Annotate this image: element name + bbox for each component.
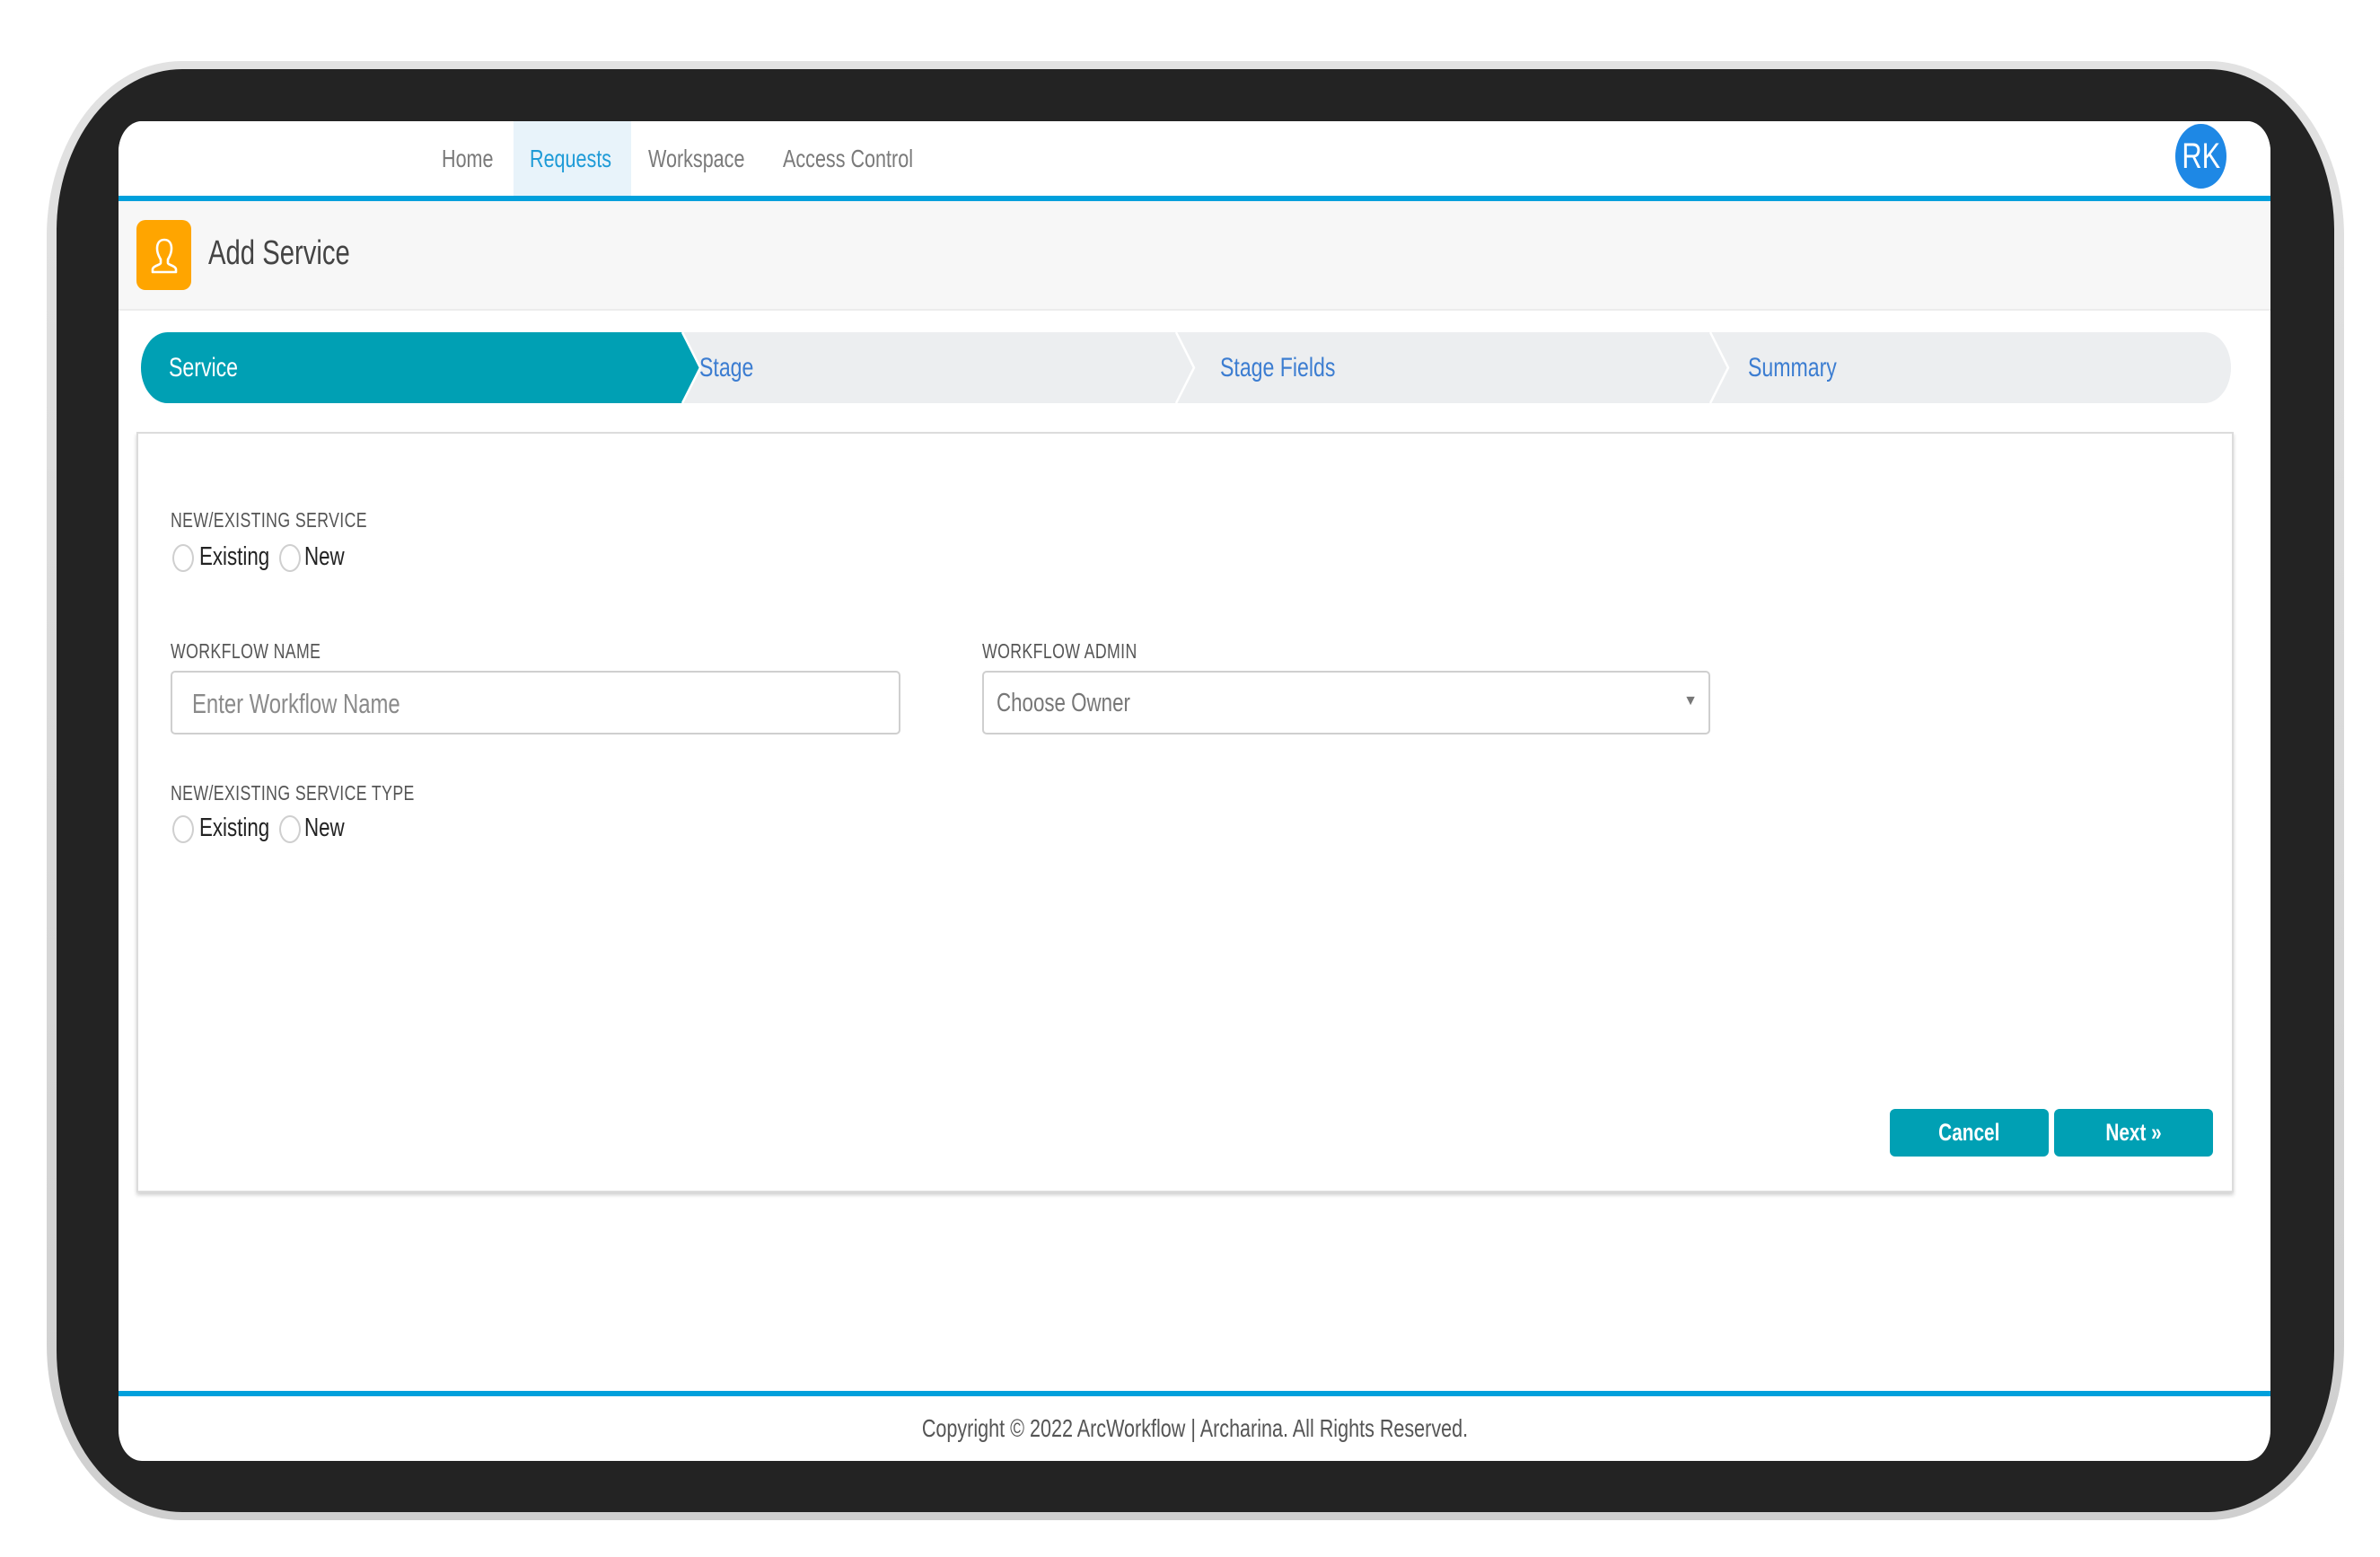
- avatar-initials: RK: [2182, 136, 2220, 176]
- radio-service-type-existing[interactable]: [172, 815, 194, 843]
- step-label: Summary: [1748, 353, 1837, 383]
- radio-service-type-new[interactable]: [279, 815, 301, 843]
- nav-item-requests[interactable]: Requests: [514, 121, 631, 196]
- service-form-card: NEW/EXISTING SERVICE Existing New WORKFL…: [136, 432, 2234, 1192]
- radio-service-new[interactable]: [279, 544, 301, 572]
- user-icon-glyph: [151, 238, 178, 274]
- workflow-admin-selected: Choose Owner: [997, 689, 1130, 717]
- chevron-right-icon: [1708, 332, 1730, 403]
- user-avatar[interactable]: RK: [2175, 124, 2226, 189]
- nav-item-label: Requests: [530, 145, 612, 172]
- app-screen: Home Requests Workspace Access Control R…: [119, 121, 2270, 1461]
- nav-item-workspace[interactable]: Workspace: [645, 121, 758, 196]
- footer-copyright: Copyright © 2022 ArcWorkflow | Archarina…: [119, 1396, 2270, 1461]
- cancel-button-label: Cancel: [1938, 1119, 2000, 1146]
- workflow-name-placeholder: Enter Workflow Name: [192, 688, 400, 719]
- top-navbar: Home Requests Workspace Access Control R…: [119, 121, 2270, 196]
- next-button-label: Next »: [2105, 1119, 2162, 1146]
- page-header: Add Service: [119, 201, 2270, 311]
- page-title-text: Add Service: [208, 234, 350, 272]
- nav-item-label: Workspace: [648, 145, 745, 172]
- new-existing-service-label: NEW/EXISTING SERVICE: [171, 508, 367, 532]
- step-label: Stage: [699, 353, 754, 383]
- radio-service-existing[interactable]: [172, 544, 194, 572]
- step-service[interactable]: Service: [141, 332, 682, 403]
- user-icon: [136, 220, 191, 290]
- next-button[interactable]: Next »: [2054, 1109, 2213, 1157]
- radio-service-new-label[interactable]: New: [304, 542, 356, 572]
- nav-item-home[interactable]: Home: [437, 121, 505, 196]
- workflow-name-label: WORKFLOW NAME: [171, 639, 321, 663]
- nav-item-label: Access Control: [783, 145, 913, 172]
- step-stage[interactable]: Stage: [699, 332, 1184, 403]
- step-summary[interactable]: Summary: [1748, 332, 2197, 403]
- dropdown-arrow-icon: ▼: [1683, 693, 1698, 708]
- workflow-admin-select[interactable]: Choose Owner ▼: [982, 671, 1710, 735]
- radio-service-type-existing-label[interactable]: Existing: [199, 814, 291, 843]
- nav-item-access-control[interactable]: Access Control: [779, 121, 932, 196]
- chevron-right-icon: [1174, 332, 1196, 403]
- workflow-name-input[interactable]: Enter Workflow Name: [171, 671, 900, 735]
- step-label: Stage Fields: [1220, 353, 1336, 383]
- radio-service-type-new-label[interactable]: New: [304, 814, 356, 843]
- step-label: Service: [169, 353, 239, 383]
- nav-item-label: Home: [442, 145, 494, 172]
- wizard-stepper: Service Stage Stage Fields Summary: [141, 332, 2231, 403]
- cancel-button[interactable]: Cancel: [1890, 1109, 2049, 1157]
- step-stage-fields[interactable]: Stage Fields: [1220, 332, 1705, 403]
- copyright-text: Copyright © 2022 ArcWorkflow | Archarina…: [921, 1414, 1468, 1442]
- new-existing-service-type-label: NEW/EXISTING SERVICE TYPE: [171, 781, 415, 805]
- page-title: Add Service: [208, 228, 392, 278]
- radio-service-existing-label[interactable]: Existing: [199, 542, 291, 572]
- workflow-admin-label: WORKFLOW ADMIN: [982, 639, 1137, 663]
